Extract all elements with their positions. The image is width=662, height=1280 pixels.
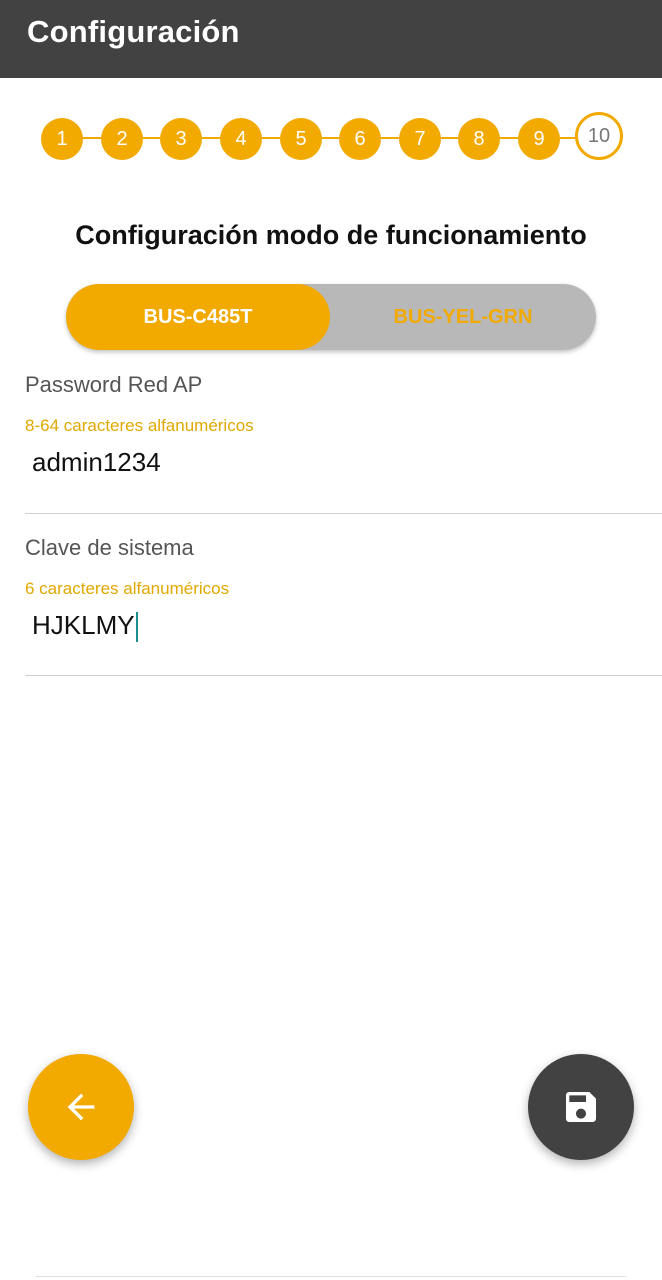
system-key-label: Clave de sistema — [25, 535, 194, 560]
step-10-current[interactable]: 10 — [575, 112, 623, 160]
step-2[interactable]: 2 — [101, 118, 143, 160]
mode-option-bus-c485t[interactable]: BUS-C485T — [66, 284, 330, 350]
save-button[interactable] — [528, 1054, 634, 1160]
arrow-back-icon — [67, 1093, 95, 1121]
mode-option-bus-yel-grn[interactable]: BUS-YEL-GRN — [330, 284, 596, 350]
step-3[interactable]: 3 — [160, 118, 202, 160]
step-9[interactable]: 9 — [518, 118, 560, 160]
system-key-underline — [25, 675, 662, 676]
password-label: Password Red AP — [25, 372, 203, 397]
password-input[interactable] — [25, 442, 632, 482]
save-icon — [566, 1092, 596, 1122]
section-title: Configuración modo de funcionamiento — [75, 220, 587, 250]
step-7[interactable]: 7 — [399, 118, 441, 160]
step-5[interactable]: 5 — [280, 118, 322, 160]
step-6[interactable]: 6 — [339, 118, 381, 160]
system-key-input[interactable]: HJKLMY — [25, 605, 138, 645]
password-underline — [25, 513, 662, 514]
step-4[interactable]: 4 — [220, 118, 262, 160]
system-key-value: HJKLMY — [32, 610, 135, 640]
step-8[interactable]: 8 — [458, 118, 500, 160]
bottom-divider — [36, 1276, 626, 1277]
mode-toggle: BUS-C485T BUS-YEL-GRN — [66, 284, 596, 350]
password-hint: 8-64 caracteres alfanuméricos — [25, 416, 254, 435]
step-1[interactable]: 1 — [41, 118, 83, 160]
back-button[interactable] — [28, 1054, 134, 1160]
app-bar-title: Configuración — [27, 14, 240, 49]
text-caret — [135, 612, 138, 643]
system-key-hint: 6 caracteres alfanuméricos — [25, 579, 230, 598]
app-bar: Configuración — [0, 0, 662, 78]
step-indicator: 1 2 3 4 5 6 7 8 9 10 — [0, 110, 662, 166]
